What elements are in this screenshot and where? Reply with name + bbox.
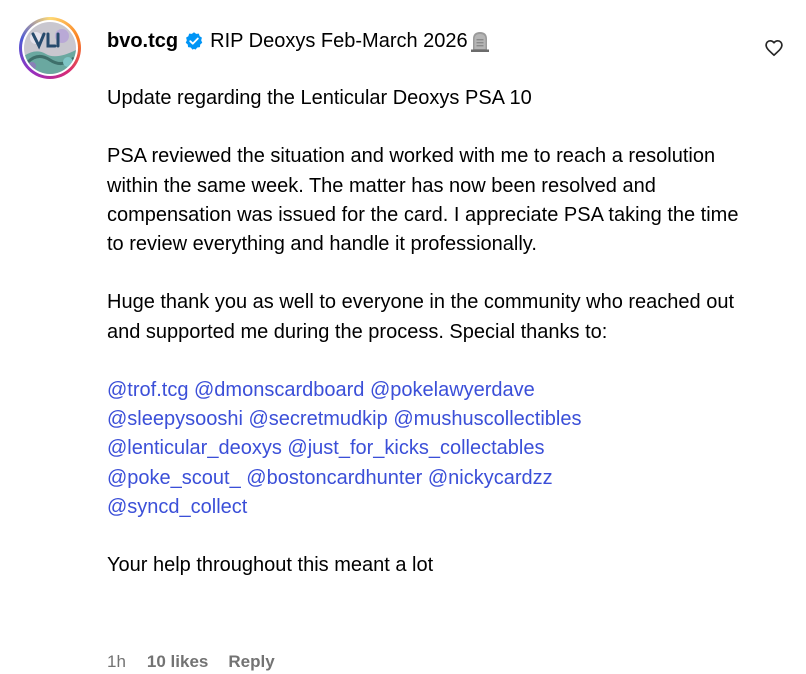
mention-link[interactable]: @bostoncardhunter [246,467,422,489]
mention-link[interactable]: @nickycardzz [428,467,553,489]
reply-button[interactable]: Reply [228,650,274,674]
mention-link[interactable]: @pokelawyerdave [370,379,535,401]
mention-link[interactable]: @poke_scout_ [107,467,241,489]
mention-link[interactable]: @dmonscardboard [194,379,364,401]
comment-paragraph: Update regarding the Lenticular Deoxys P… [107,87,532,109]
comment: bvo.tcg RIP Deoxys Feb-March 2026 Update… [0,0,806,674]
status-text: RIP Deoxys Feb-March 2026 [210,30,468,52]
comment-body: Update regarding the Lenticular Deoxys P… [107,84,747,580]
mention-link[interactable]: @lenticular_deoxys [107,437,282,459]
likes-count[interactable]: 10 likes [147,650,208,674]
mention-link[interactable]: @sleepysooshi [107,408,243,430]
mention-link[interactable]: @mushuscollectibles [393,408,581,430]
mention-link[interactable]: @syncd_collect [107,496,247,518]
comment-paragraph: Huge thank you as well to everyone in th… [107,291,735,343]
mentions-block: @trof.tcg @dmonscardboard @pokelawyerdav… [107,376,747,522]
headstone-icon [470,32,489,52]
username[interactable]: bvo.tcg [107,26,178,56]
heart-icon[interactable] [764,38,784,58]
verified-badge-icon [185,32,203,50]
timestamp: 1h [107,652,126,671]
mention-link[interactable]: @trof.tcg [107,379,188,401]
comment-footer: 1h 10 likes Reply [107,650,275,674]
comment-header: bvo.tcg RIP Deoxys Feb-March 2026 [107,26,490,56]
mention-link[interactable]: @secretmudkip [249,408,388,430]
avatar-border [22,20,78,76]
avatar[interactable] [19,17,81,79]
mention-link[interactable]: @just_for_kicks_collectables [287,437,544,459]
comment-paragraph: Your help throughout this meant a lot [107,554,434,577]
comment-paragraph: PSA reviewed the situation and worked wi… [107,145,739,255]
avatar-image [24,22,76,74]
